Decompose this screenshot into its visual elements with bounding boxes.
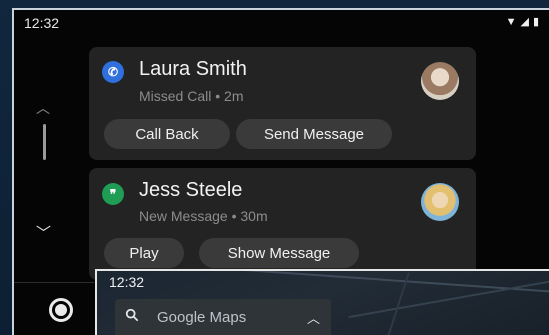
call-back-button[interactable]: Call Back [104, 119, 230, 149]
navigation-rail: ︿ ﹀ [14, 36, 94, 335]
phone-icon: ✆ [102, 61, 124, 83]
map-clock: 12:32 [109, 274, 145, 290]
search-icon [125, 308, 139, 322]
search-placeholder: Google Maps [157, 309, 247, 326]
contact-name: Laura Smith [139, 58, 247, 80]
chevron-up-icon[interactable]: ︿ [307, 308, 320, 327]
avatar [421, 62, 459, 100]
show-message-button[interactable]: Show Message [199, 238, 359, 268]
avatar [421, 183, 459, 221]
chevron-down-icon[interactable]: ﹀ [36, 222, 51, 243]
maps-preview[interactable]: 12:32 Google Maps ︿ [95, 269, 549, 335]
contact-name: Jess Steele [139, 179, 243, 201]
play-button[interactable]: Play [104, 238, 184, 268]
wifi-icon: ▼ [505, 16, 517, 28]
signal-icon: ◢ [520, 16, 529, 28]
notification-card-call[interactable]: ✆ Laura Smith Missed Call • 2m Call Back… [89, 47, 476, 160]
notification-detail: Missed Call • 2m [139, 88, 244, 104]
display-bezel: 12:32 ▼ ◢ ▮ ︿ ﹀ ✆ Laura Smith Missed Cal… [0, 0, 549, 335]
maps-search-bar[interactable]: Google Maps ︿ [115, 299, 331, 335]
status-bar: 12:32 ▼ ◢ ▮ [14, 10, 549, 36]
hangouts-icon: ❞ [102, 183, 124, 205]
home-icon[interactable] [49, 298, 73, 322]
rail-divider [14, 282, 94, 283]
status-clock: 12:32 [24, 15, 60, 31]
chevron-up-icon[interactable]: ︿ [36, 98, 50, 118]
battery-icon: ▮ [532, 16, 539, 28]
system-icons: ▼ ◢ ▮ [506, 15, 539, 29]
scrollbar[interactable] [43, 124, 46, 160]
notification-detail: New Message • 30m [139, 208, 268, 224]
android-auto-screen: 12:32 ▼ ◢ ▮ ︿ ﹀ ✆ Laura Smith Missed Cal… [12, 8, 549, 335]
send-message-button[interactable]: Send Message [236, 119, 392, 149]
notification-card-message[interactable]: ❞ Jess Steele New Message • 30m Play Sho… [89, 168, 476, 280]
